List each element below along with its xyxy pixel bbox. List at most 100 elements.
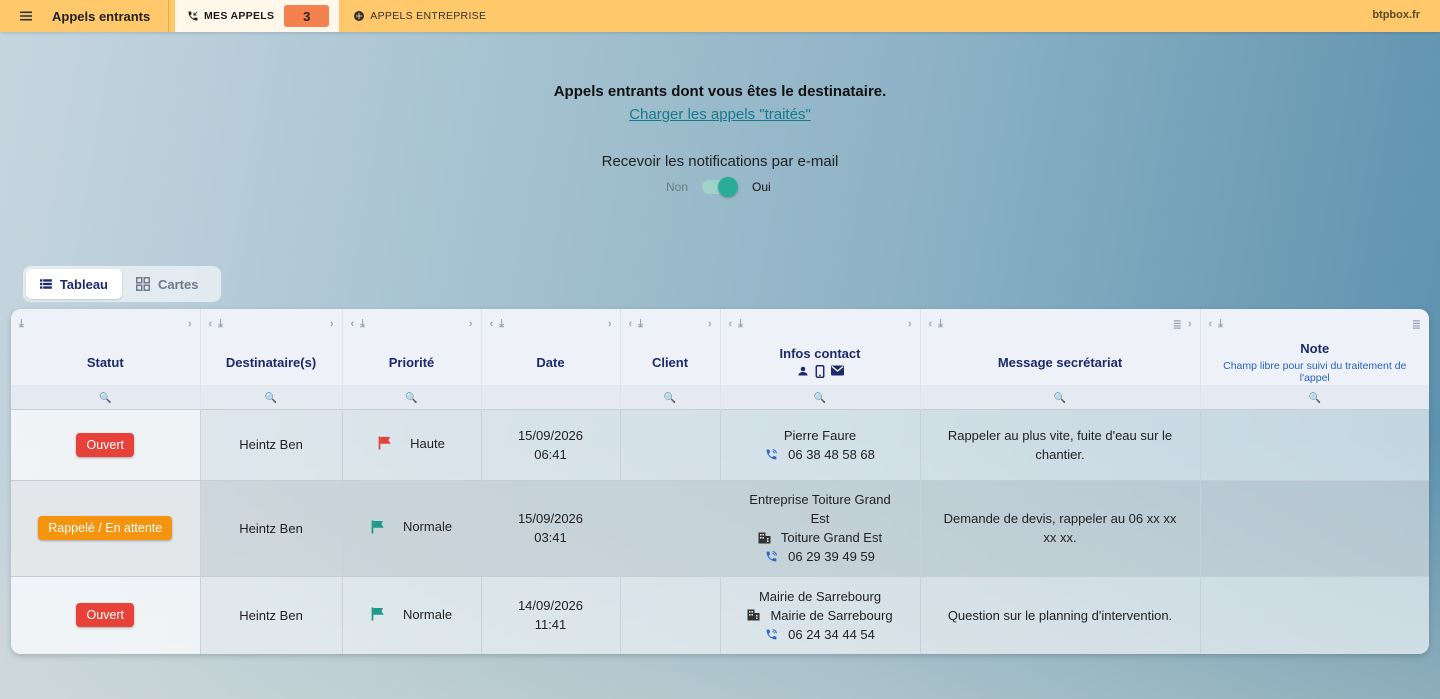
wrap-text-icon[interactable]: ≣ [1173, 318, 1182, 331]
cell-note[interactable] [1200, 480, 1429, 576]
col-header-client[interactable]: Client [620, 339, 721, 385]
priority-label: Normale [402, 606, 453, 622]
col-header-date[interactable]: Date [481, 339, 621, 385]
toggle-off-label: Non [665, 180, 688, 194]
contact-company: Toiture Grand Est [780, 530, 883, 545]
col-tools-client: ‹ ⤓ › [620, 309, 721, 339]
search-icon: 🔍 [663, 393, 677, 405]
chevron-left-icon[interactable]: ‹ [1209, 318, 1213, 330]
phone-incoming-icon [188, 11, 198, 21]
cell-contact: Pierre Faure 06 38 48 58 68 [720, 409, 921, 480]
status-badge[interactable]: Ouvert [76, 432, 134, 457]
chevron-right-icon[interactable]: › [330, 318, 334, 330]
table-row[interactable]: Ouvert Heintz Ben Haute 15/09/2026 06:41 … [11, 409, 1429, 480]
chevron-right-icon[interactable]: › [608, 318, 612, 330]
load-treated-calls-link[interactable]: Charger les appels "traités" [0, 106, 1440, 123]
cell-date: 14/09/2026 11:41 [481, 576, 621, 654]
cell-client [620, 576, 721, 654]
cell-priority: Haute [342, 409, 482, 480]
filter-date [481, 385, 621, 409]
phone-icon[interactable] [765, 628, 778, 641]
chevron-right-icon[interactable]: › [469, 318, 473, 330]
col-header-note-label: Note [1300, 340, 1330, 356]
download-icon[interactable]: ⤓ [738, 318, 743, 331]
wrap-text-icon[interactable]: ≣ [1412, 318, 1421, 331]
app-title: Appels entrants [52, 8, 151, 24]
menu-button[interactable] [0, 0, 52, 32]
contact-phone[interactable]: 06 29 39 49 59 [788, 547, 875, 566]
chevron-right-icon[interactable]: › [908, 318, 912, 330]
col-header-statut[interactable]: Statut [11, 339, 201, 385]
contact-name: Mairie de Sarrebourg [758, 588, 882, 604]
date-value: 15/09/2026 [517, 427, 584, 443]
add-circle-icon [354, 11, 365, 21]
view-table-button[interactable]: Tableau [26, 269, 122, 299]
filter-client[interactable]: 🔍 [620, 385, 721, 409]
col-header-note[interactable]: Note Champ libre pour suivi du traitemen… [1200, 339, 1429, 385]
view-cards-label: Cartes [158, 276, 199, 292]
status-badge[interactable]: Rappelé / En attente [38, 516, 173, 540]
download-icon[interactable]: ⤓ [938, 318, 943, 331]
cell-status: Ouvert [11, 576, 201, 654]
phone-icon[interactable] [765, 550, 778, 563]
col-header-infos-contact[interactable]: Infos contact [720, 339, 921, 385]
filter-statut[interactable]: 🔍 [11, 385, 201, 409]
download-icon[interactable]: ⤓ [499, 318, 504, 331]
filter-infos-contact[interactable]: 🔍 [720, 385, 921, 409]
col-header-destinataires[interactable]: Destinataire(s) [200, 339, 343, 385]
filter-priorite[interactable]: 🔍 [342, 385, 482, 409]
table-row[interactable]: Ouvert Heintz Ben Normale 14/09/2026 11:4… [11, 576, 1429, 654]
chevron-left-icon[interactable]: ‹ [729, 318, 733, 330]
col-header-note-subtitle: Champ libre pour suivi du traitement de … [1223, 359, 1407, 384]
filter-destinataires[interactable]: 🔍 [200, 385, 343, 409]
filter-message[interactable]: 🔍 [920, 385, 1201, 409]
chevron-right-icon[interactable]: › [1188, 318, 1192, 330]
cell-contact: Mairie de Sarrebourg Mairie de Sarrebour… [720, 576, 921, 654]
contact-phone[interactable]: 06 24 34 44 54 [788, 625, 875, 644]
chevron-right-icon[interactable]: › [708, 318, 712, 330]
col-tools-priorite: ‹ ⤓ › [342, 309, 482, 339]
email-notifications-toggle[interactable] [702, 176, 738, 198]
col-header-message[interactable]: Message secrétariat [920, 339, 1201, 385]
status-badge[interactable]: Ouvert [76, 603, 134, 628]
cell-recipient: Heintz Ben [200, 576, 343, 654]
message-text: Rappeler au plus vite, fuite d'eau sur l… [947, 427, 1173, 462]
search-icon: 🔍 [1053, 393, 1067, 405]
chevron-left-icon[interactable]: ‹ [629, 318, 633, 330]
chevron-left-icon[interactable]: ‹ [209, 318, 213, 330]
chevron-left-icon[interactable]: ‹ [351, 318, 355, 330]
phone-icon[interactable] [765, 448, 778, 461]
tab-appels-entreprise[interactable]: APPELS ENTREPRISE [353, 10, 486, 22]
cell-client [620, 409, 721, 480]
chevron-right-icon[interactable]: › [188, 318, 192, 330]
calls-count-badge: 3 [284, 5, 330, 27]
chevron-left-icon[interactable]: ‹ [929, 318, 933, 330]
cell-date: 15/09/2026 06:41 [481, 409, 621, 480]
download-icon[interactable]: ⤓ [638, 318, 643, 331]
cell-client [620, 480, 721, 576]
brand-link[interactable]: btpbox.fr [1372, 9, 1420, 21]
tab-mes-appels[interactable]: MES APPELS 3 [175, 0, 340, 32]
table-row[interactable]: Rappelé / En attente Heintz Ben Normale … [11, 480, 1429, 576]
cell-note[interactable] [1200, 409, 1429, 480]
filter-note[interactable]: 🔍 [1200, 385, 1429, 409]
download-icon[interactable]: ⤓ [218, 318, 223, 331]
cell-message: Demande de devis, rappeler au 06 xx xx x… [920, 480, 1201, 576]
chevron-left-icon[interactable]: ‹ [490, 318, 494, 330]
flag-icon [371, 607, 384, 621]
priority-label: Normale [402, 519, 453, 535]
download-icon[interactable]: ⤓ [19, 318, 24, 331]
view-cards-button[interactable]: Cartes [122, 269, 212, 299]
search-icon: 🔍 [405, 393, 418, 405]
cell-status: Ouvert [11, 409, 201, 480]
calls-table: ⤓ › ‹ ⤓ › ‹ ⤓ › ‹ ⤓ › ‹ ⤓ › ‹ ⤓ › ‹ ⤓ ≣ › ‹ ⤓ ≣ Statut D… [11, 309, 1429, 654]
download-icon[interactable]: ⤓ [360, 318, 365, 331]
cell-note[interactable] [1200, 576, 1429, 654]
email-icon [830, 365, 844, 376]
contact-phone[interactable]: 06 38 48 58 68 [788, 445, 875, 464]
download-icon[interactable]: ⤓ [1218, 318, 1223, 331]
building-icon [747, 609, 760, 621]
col-header-priorite[interactable]: Priorité [342, 339, 482, 385]
toggle-on-label: Oui [752, 180, 771, 194]
contact-type-icons [721, 365, 920, 378]
